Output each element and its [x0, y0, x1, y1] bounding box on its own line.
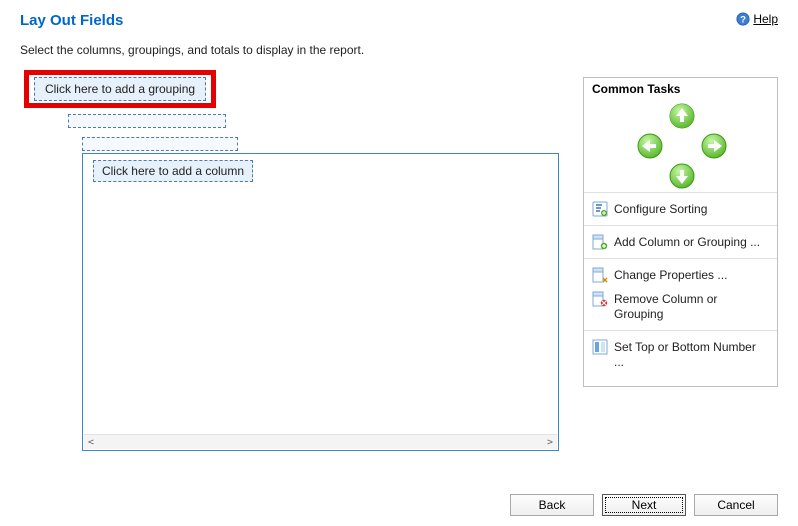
move-right-button[interactable]: [700, 132, 728, 160]
configure-sorting-task[interactable]: Configure Sorting: [584, 197, 777, 221]
remove-column-task[interactable]: Remove Column or Grouping: [584, 287, 777, 326]
sort-icon: [592, 201, 608, 217]
change-properties-task[interactable]: Change Properties ...: [584, 263, 777, 287]
task-label: Configure Sorting: [614, 201, 707, 217]
add-column-task[interactable]: Add Column or Grouping ...: [584, 230, 777, 254]
common-tasks-title: Common Tasks: [584, 78, 777, 98]
move-up-button[interactable]: [668, 102, 696, 130]
wizard-footer: Back Next Cancel: [20, 484, 778, 516]
grouping-tier-1[interactable]: [68, 114, 226, 128]
set-top-icon: [592, 339, 608, 355]
move-left-button[interactable]: [636, 132, 664, 160]
cancel-button[interactable]: Cancel: [694, 494, 778, 516]
next-button[interactable]: Next: [602, 494, 686, 516]
common-tasks-panel: Common Tasks: [583, 77, 778, 387]
help-icon: ?: [736, 12, 750, 26]
task-label: Add Column or Grouping ...: [614, 234, 760, 250]
move-down-button[interactable]: [668, 162, 696, 190]
properties-icon: [592, 267, 608, 283]
remove-column-icon: [592, 291, 608, 307]
add-column-placeholder[interactable]: Click here to add a column: [93, 160, 253, 182]
help-label: Help: [753, 12, 778, 26]
instruction-text: Select the columns, groupings, and total…: [20, 43, 778, 57]
svg-text:?: ?: [740, 15, 746, 26]
scroll-left-arrow[interactable]: <: [88, 437, 94, 448]
task-label: Change Properties ...: [614, 267, 727, 283]
layout-canvas-area: Click here to add a grouping Click here …: [20, 77, 559, 457]
set-top-bottom-task[interactable]: Set Top or Bottom Number ...: [584, 335, 777, 374]
report-canvas[interactable]: Click here to add a column < >: [82, 153, 559, 451]
help-link[interactable]: ? Help: [736, 12, 778, 26]
add-grouping-placeholder[interactable]: Click here to add a grouping: [34, 77, 206, 101]
page-title: Lay Out Fields: [20, 12, 123, 29]
add-column-icon: [592, 234, 608, 250]
scroll-right-arrow[interactable]: >: [547, 437, 553, 448]
arrow-pad: [584, 98, 777, 193]
task-label: Set Top or Bottom Number ...: [614, 339, 769, 370]
back-button[interactable]: Back: [510, 494, 594, 516]
task-label: Remove Column or Grouping: [614, 291, 769, 322]
horizontal-scrollbar[interactable]: < >: [84, 434, 557, 449]
grouping-tier-2[interactable]: [82, 137, 238, 151]
